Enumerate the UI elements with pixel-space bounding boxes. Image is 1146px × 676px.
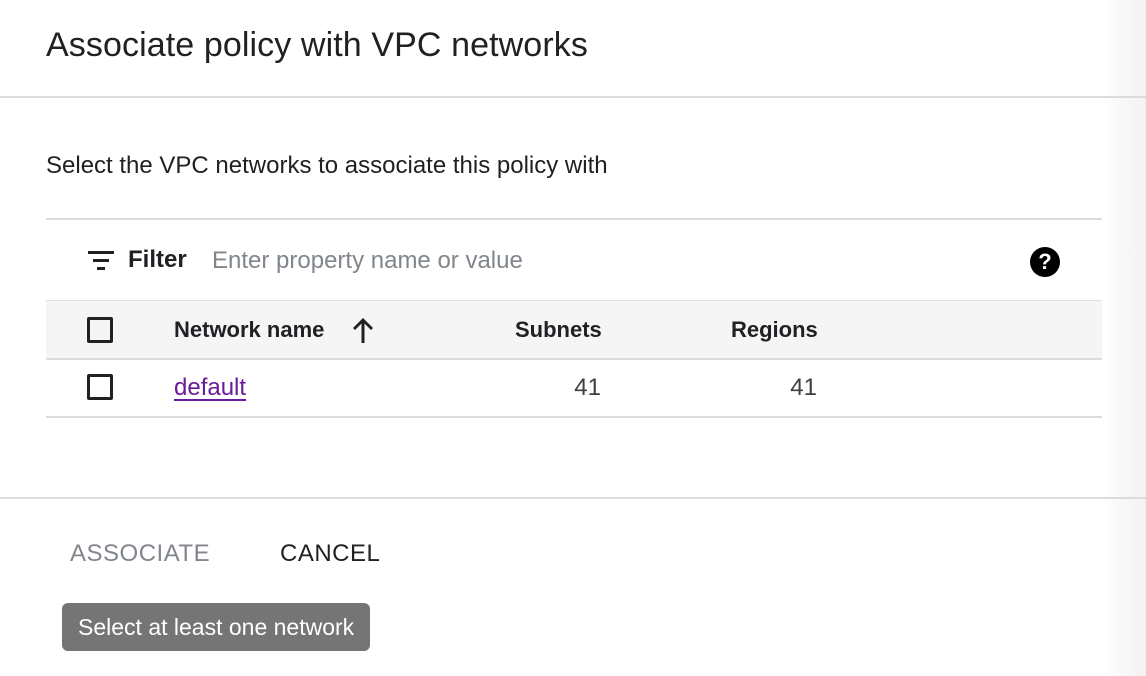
networks-table: Filter ? Network name Subnets Regions de… (46, 218, 1102, 418)
instruction-text: Select the VPC networks to associate thi… (46, 152, 608, 179)
header-divider (0, 96, 1146, 98)
dialog-title: Associate policy with VPC networks (46, 26, 588, 64)
filter-input[interactable] (212, 240, 992, 282)
table-row: default 41 41 (46, 360, 1102, 418)
cancel-button[interactable]: CANCEL (280, 540, 380, 568)
help-circle-icon[interactable]: ? (1030, 247, 1060, 277)
column-header-network-name[interactable]: Network name (174, 317, 324, 343)
associate-tooltip: Select at least one network (62, 603, 371, 651)
network-name-link[interactable]: default (174, 374, 246, 402)
table-header-row: Network name Subnets Regions (46, 300, 1102, 360)
footer-divider (0, 497, 1146, 499)
column-header-subnets: Subnets (515, 317, 602, 342)
associate-button[interactable]: ASSOCIATE (70, 540, 210, 568)
row-checkbox[interactable] (87, 374, 113, 400)
filter-bar: Filter ? (46, 218, 1102, 300)
regions-cell: 41 (790, 374, 817, 401)
arrow-up-icon[interactable] (350, 316, 376, 344)
select-all-checkbox[interactable] (87, 317, 113, 343)
background-shade (1100, 0, 1146, 676)
column-header-regions: Regions (731, 317, 818, 342)
subnets-cell: 41 (574, 374, 601, 401)
filter-list-icon (88, 251, 114, 270)
filter-label: Filter (128, 246, 187, 273)
